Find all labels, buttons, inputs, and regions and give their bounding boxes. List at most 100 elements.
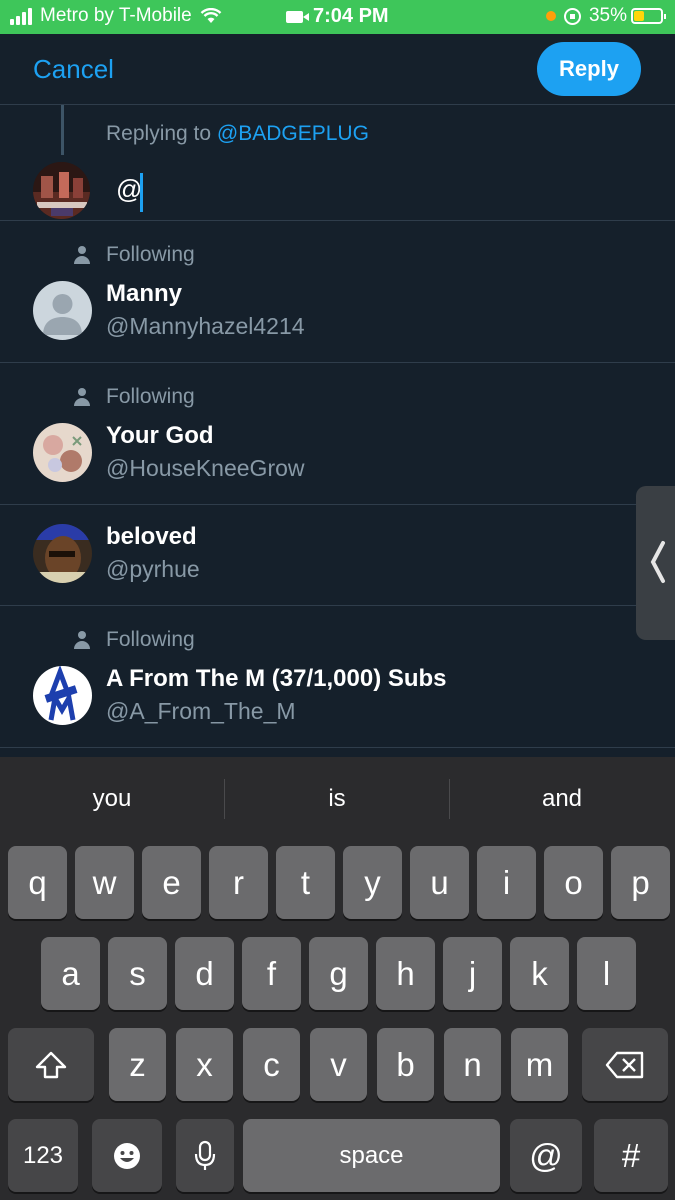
camera-icon [286,10,309,23]
user-handle: @pyrhue [106,556,200,582]
key-o[interactable]: o [544,846,603,919]
suggestion-row-beloved[interactable]: beloved @pyrhue [0,505,675,606]
avatar [33,162,90,219]
avatar-image [33,524,92,583]
hash-key[interactable]: # [594,1119,668,1192]
user-handle: @HouseKneeGrow [106,455,305,481]
space-key[interactable]: space [243,1119,500,1192]
key-e[interactable]: e [142,846,201,919]
replying-handle[interactable]: @BADGEPLUG [217,122,369,145]
key-v[interactable]: v [310,1028,367,1101]
key-u[interactable]: u [410,846,469,919]
status-left: Metro by T-Mobile [10,5,222,27]
a-from-the-m-logo-icon [33,666,92,725]
side-drawer-handle[interactable] [636,486,675,640]
key-p[interactable]: p [611,846,670,919]
app: Metro by T-Mobile 7:04 PM 35% Cancel Rep… [0,0,675,1200]
reply-button[interactable]: Reply [537,42,641,96]
prediction-is[interactable]: is [225,785,449,813]
key-x[interactable]: x [176,1028,233,1101]
suggestion-row-a-from-the-m[interactable]: Following A From The M (37/1,000) Subs @… [0,606,675,748]
key-b[interactable]: b [377,1028,434,1101]
status-right: 35% [545,5,666,27]
battery-fill [634,11,644,21]
backspace-icon [605,1051,644,1078]
thread-line [61,105,64,155]
key-y[interactable]: y [343,846,402,919]
suggestion-row-your-god[interactable]: Following Your God @HouseKneeGrow [0,363,675,505]
avatar [33,524,92,583]
prediction-and[interactable]: and [450,785,674,813]
shift-key[interactable] [8,1028,94,1101]
key-q[interactable]: q [8,846,67,919]
avatar [33,423,92,482]
key-l[interactable]: l [577,937,636,1010]
avatar-image [33,162,90,219]
wifi-icon [200,8,222,23]
prediction-bar: you is and [0,757,675,841]
signal-icon [10,7,34,25]
following-label: Following [106,243,195,266]
key-j[interactable]: j [443,937,502,1010]
chevron-left-icon [650,541,665,583]
emoji-icon [114,1142,140,1169]
compose-input[interactable]: @ [116,174,142,205]
avatar [33,666,92,725]
cancel-button[interactable]: Cancel [33,54,114,85]
mention-suggestions: Following Manny @Mannyhazel4214 Followin… [0,221,675,748]
person-icon [74,388,90,406]
user-name: beloved [106,523,197,550]
replying-to: Replying to @BADGEPLUG [106,122,369,146]
shift-icon [35,1051,67,1078]
user-handle: @Mannyhazel4214 [106,313,305,339]
key-z[interactable]: z [109,1028,166,1101]
dictation-key[interactable] [176,1119,234,1192]
avatar-image [33,423,92,482]
rotation-lock-icon [563,7,581,25]
orange-dot-icon [545,11,556,21]
key-m[interactable]: m [511,1028,568,1101]
battery-icon [631,8,666,24]
following-indicator: Following [74,628,195,652]
replying-prefix: Replying to [106,122,212,145]
key-r[interactable]: r [209,846,268,919]
at-key[interactable]: @ [510,1119,582,1192]
numbers-key[interactable]: 123 [8,1119,78,1192]
prediction-you[interactable]: you [0,785,224,813]
user-handle: @A_From_The_M [106,698,296,724]
carrier-label: Metro by T-Mobile [40,5,192,26]
avatar [33,281,92,340]
key-t[interactable]: t [276,846,335,919]
following-indicator: Following [74,243,195,267]
key-g[interactable]: g [309,937,368,1010]
backspace-key[interactable] [582,1028,668,1101]
suggestion-row-manny[interactable]: Following Manny @Mannyhazel4214 [0,221,675,363]
key-n[interactable]: n [444,1028,501,1101]
key-i[interactable]: i [477,846,536,919]
person-icon [74,631,90,649]
key-h[interactable]: h [376,937,435,1010]
key-k[interactable]: k [510,937,569,1010]
status-time: 7:04 PM [313,5,389,27]
battery-percent: 35% [588,5,627,26]
emoji-key[interactable] [92,1119,162,1192]
status-bar: Metro by T-Mobile 7:04 PM 35% [0,0,675,34]
compose-header: Cancel Reply [0,34,675,105]
microphone-icon [194,1140,216,1170]
key-f[interactable]: f [242,937,301,1010]
user-name: Manny [106,280,183,307]
key-c[interactable]: c [243,1028,300,1101]
following-indicator: Following [74,385,195,409]
person-icon [74,246,90,264]
user-name: Your God [106,422,214,449]
text-caret [140,173,143,212]
status-center: 7:04 PM [286,5,389,28]
key-d[interactable]: d [175,937,234,1010]
following-label: Following [106,385,195,408]
user-name: A From The M (37/1,000) Subs [106,665,447,692]
key-s[interactable]: s [108,937,167,1010]
keyboard: you is and qwertyuiop asdfghjkl zxcvbnm … [0,757,675,1200]
key-a[interactable]: a [41,937,100,1010]
key-w[interactable]: w [75,846,134,919]
default-avatar-icon [33,281,92,340]
